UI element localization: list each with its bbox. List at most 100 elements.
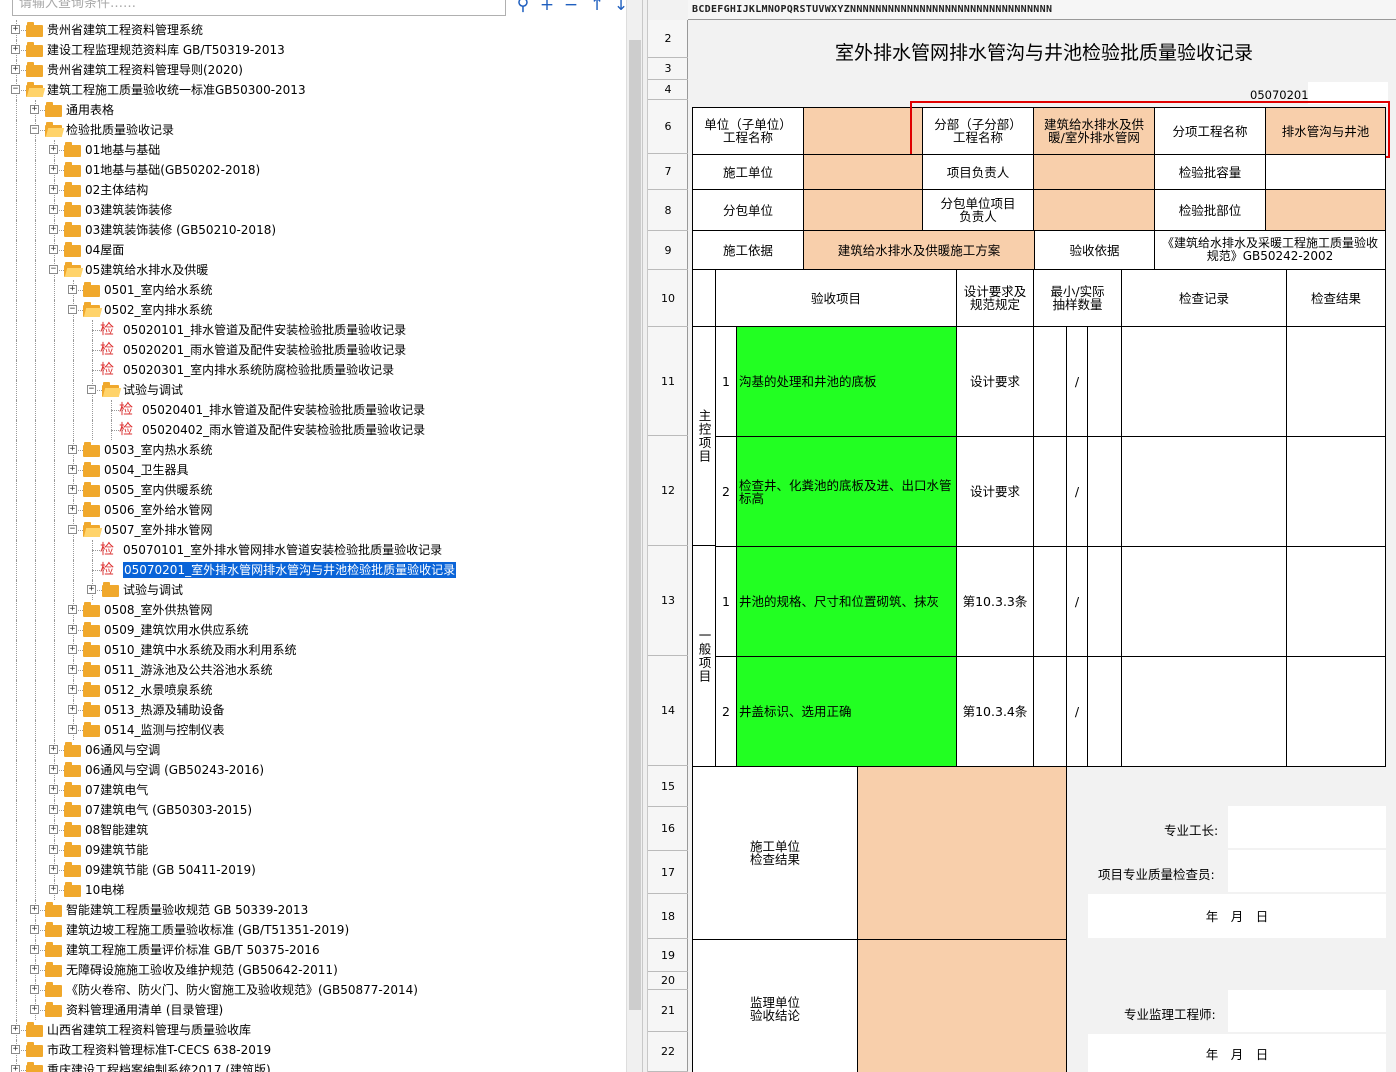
tree-node-label[interactable]: 0513_热源及辅助设备 (104, 702, 225, 718)
tree-node-label[interactable]: 《防火卷帘、防火门、防火窗施工及验收规范》(GB50877-2014) (66, 982, 418, 998)
add-icon[interactable]: + (538, 0, 556, 14)
tree-node-label[interactable]: 无障碍设施施工验收及维护规范 (GB50642-2011) (66, 962, 338, 978)
collapse-icon[interactable]: − (87, 385, 96, 394)
tree-node-label[interactable]: 01地基与基础(GB50202-2018) (85, 162, 260, 178)
row-number[interactable]: 16 (648, 807, 688, 851)
tree-node-label[interactable]: 06通风与空调 (85, 742, 160, 758)
expand-icon[interactable]: + (68, 605, 77, 614)
expand-icon[interactable]: + (49, 825, 58, 834)
tree-node[interactable]: +04屋面 (0, 240, 626, 260)
row-number[interactable]: 7 (648, 154, 688, 190)
tree-node[interactable]: + 资料管理通用清单 (目录管理) (0, 1000, 626, 1020)
tree-node-label[interactable]: 05020101_排水管道及配件安装检验批质量验收记录 (123, 322, 406, 338)
tree-node[interactable]: + 《防火卷帘、防火门、防火窗施工及验收规范》(GB50877-2014) (0, 980, 626, 1000)
tree-scrollbar[interactable] (626, 0, 642, 1072)
expand-icon[interactable]: + (68, 465, 77, 474)
tree-node[interactable]: +0512_水景喷泉系统 (0, 680, 626, 700)
expand-icon[interactable]: + (68, 445, 77, 454)
check-result-input[interactable] (1286, 326, 1386, 437)
sample-actual-input[interactable] (1087, 326, 1122, 437)
tree-node-label[interactable]: 0503_室内热水系统 (104, 442, 213, 458)
tree-node[interactable]: + 贵州省建筑工程资料管理导则(2020) (0, 60, 626, 80)
subcontractor-input[interactable] (803, 189, 923, 231)
tree-node-label[interactable]: 建筑工程施工质量验收统一标准GB50300-2013 (47, 82, 306, 98)
tree-node-label-selected[interactable]: 05070201_室外排水管网排水管沟与井池检验批质量验收记录 (123, 562, 457, 578)
expand-icon[interactable]: + (49, 205, 58, 214)
expand-icon[interactable]: + (68, 505, 77, 514)
tree-node[interactable]: − 试验与调试 (0, 380, 626, 400)
tree-node[interactable]: +09建筑节能 (0, 840, 626, 860)
tree-node-label[interactable]: 0502_室内排水系统 (104, 302, 213, 318)
tree-node-label[interactable]: 06通风与空调 (GB50243-2016) (85, 762, 264, 778)
tree-node-label[interactable]: 0508_室外供热管网 (104, 602, 213, 618)
tree-node[interactable]: 检 05070101_室外排水管网排水管道安装检验批质量验收记录 (0, 540, 626, 560)
tree-node[interactable]: +0503_室内热水系统 (0, 440, 626, 460)
tree-node[interactable]: + 市政工程资料管理标准T-CECS 638-2019 (0, 1040, 626, 1060)
tree-node-label[interactable]: 资料管理通用清单 (目录管理) (66, 1002, 223, 1018)
tree-node[interactable]: 检 05020402_雨水管道及配件安装检验批质量验收记录 (0, 420, 626, 440)
tree-node[interactable]: +01地基与基础 (0, 140, 626, 160)
tree-node[interactable]: − 检验批质量验收记录 (0, 120, 626, 140)
tree-node-label[interactable]: 0505_室内供暖系统 (104, 482, 213, 498)
check-result-input[interactable] (1286, 436, 1386, 547)
tree-node[interactable]: +06通风与空调 (0, 740, 626, 760)
tree-node-label[interactable]: 贵州省建筑工程资料管理导则(2020) (47, 62, 243, 78)
tree-node-label[interactable]: 05020402_雨水管道及配件安装检验批质量验收记录 (142, 422, 425, 438)
tree-node[interactable]: +0504_卫生器具 (0, 460, 626, 480)
tree-node[interactable]: +07建筑电气 (0, 780, 626, 800)
tree-node-label[interactable]: 03建筑装饰装修 (GB50210-2018) (85, 222, 276, 238)
row-number[interactable]: 22 (648, 1032, 688, 1072)
tree-node[interactable]: + 贵州省建筑工程资料管理系统 (0, 20, 626, 40)
expand-icon[interactable]: + (30, 985, 39, 994)
foreman-input[interactable] (1228, 806, 1386, 848)
row-number[interactable]: 11 (648, 327, 688, 436)
sample-actual-input[interactable] (1087, 436, 1122, 547)
expand-icon[interactable]: + (49, 245, 58, 254)
tree-node[interactable]: +03建筑装饰装修 (0, 200, 626, 220)
row-number[interactable]: 4 (648, 80, 688, 100)
batch-location-input[interactable] (1265, 189, 1386, 231)
row-number[interactable]: 15 (648, 766, 688, 807)
unit-project-input[interactable] (803, 107, 923, 155)
tree-node[interactable]: 检 05020301_室内排水系统防腐检验批质量验收记录 (0, 360, 626, 380)
tree-node[interactable]: + 重庆建设工程档案编制系统2017 (建筑版) (0, 1060, 626, 1072)
tree-node-label[interactable]: 0507_室外排水管网 (104, 522, 213, 538)
tree-node-label[interactable]: 智能建筑工程质量验收规范 GB 50339-2013 (66, 902, 308, 918)
expand-icon[interactable]: + (68, 665, 77, 674)
expand-icon[interactable]: + (68, 645, 77, 654)
tree-node-label[interactable]: 0510_建筑中水系统及雨水利用系统 (104, 642, 297, 658)
tree-node-label[interactable]: 0501_室内给水系统 (104, 282, 213, 298)
sub-manager-input[interactable] (1033, 189, 1155, 231)
expand-icon[interactable]: + (30, 945, 39, 954)
collapse-icon[interactable]: − (68, 305, 77, 314)
basis-value[interactable]: 建筑给水排水及供暖施工方案 (803, 230, 1035, 270)
expand-icon[interactable]: + (49, 165, 58, 174)
collapse-icon[interactable]: − (49, 265, 58, 274)
expand-icon[interactable]: + (68, 705, 77, 714)
row-number[interactable]: 9 (648, 231, 688, 270)
expand-icon[interactable]: + (49, 765, 58, 774)
collapse-icon[interactable]: − (68, 525, 77, 534)
expand-icon[interactable]: + (68, 725, 77, 734)
tree-node-label[interactable]: 重庆建设工程档案编制系统2017 (建筑版) (47, 1062, 271, 1072)
row-number[interactable]: 8 (648, 190, 688, 231)
tree-node[interactable]: +0509_建筑饮用水供应系统 (0, 620, 626, 640)
tree-node-label[interactable]: 03建筑装饰装修 (85, 202, 172, 218)
tree-node-label[interactable]: 05020301_室内排水系统防腐检验批质量验收记录 (123, 362, 394, 378)
tree-node[interactable]: +08智能建筑 (0, 820, 626, 840)
check-result-input[interactable] (1286, 656, 1386, 767)
row-number[interactable]: 13 (648, 546, 688, 656)
tree-node[interactable]: + 建筑边坡工程施工质量验收标准 (GB/T51351-2019) (0, 920, 626, 940)
tree-node-label[interactable]: 建设工程监理规范资料库 GB/T50319-2013 (47, 42, 285, 58)
tree-node[interactable]: + 无障碍设施施工验收及维护规范 (GB50642-2011) (0, 960, 626, 980)
tree-node-label[interactable]: 05020401_排水管道及配件安装检验批质量验收记录 (142, 402, 425, 418)
expand-icon[interactable]: + (11, 1065, 20, 1072)
tree-node-label[interactable]: 08智能建筑 (85, 822, 148, 838)
tree-node-label[interactable]: 0514_监测与控制仪表 (104, 722, 225, 738)
tree-node-label[interactable]: 0506_室外给水管网 (104, 502, 213, 518)
remove-icon[interactable]: − (562, 0, 580, 14)
tree-node[interactable]: +0514_监测与控制仪表 (0, 720, 626, 740)
row-number[interactable]: 10 (648, 270, 688, 327)
check-result-input[interactable] (1286, 546, 1386, 657)
tree-node[interactable]: +0511_游泳池及公共浴池水系统 (0, 660, 626, 680)
